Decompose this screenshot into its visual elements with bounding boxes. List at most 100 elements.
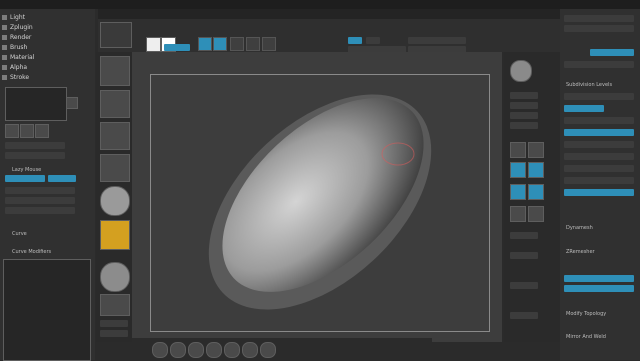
scale-mode-button[interactable]: [246, 37, 260, 51]
expand-icon: [2, 15, 7, 20]
color-picker[interactable]: [100, 220, 130, 250]
draw-mode-button[interactable]: [198, 37, 212, 51]
brush-button[interactable]: [100, 56, 130, 86]
view-button[interactable]: [510, 102, 538, 109]
subtool-button[interactable]: [510, 312, 538, 319]
panel-button[interactable]: [564, 25, 634, 32]
stroke-preview[interactable]: [5, 87, 67, 121]
view-button[interactable]: [510, 122, 538, 129]
expand-icon: [2, 65, 7, 70]
panel-button[interactable]: [564, 93, 634, 100]
subtool-button[interactable]: [510, 282, 538, 289]
subdivision-levels-label: Subdivision Levels: [566, 82, 613, 88]
panel-button[interactable]: [564, 129, 634, 136]
panel-button[interactable]: [564, 141, 634, 148]
brush-slot[interactable]: [206, 342, 222, 358]
curve-modifiers-label: Curve Modifiers: [12, 249, 52, 255]
expand-icon: [2, 75, 7, 80]
alpha-button[interactable]: [100, 122, 130, 150]
panel-button[interactable]: [564, 165, 634, 172]
tray-item-zplugin[interactable]: Zplugin: [2, 23, 92, 32]
brush-slot[interactable]: [170, 342, 186, 358]
zadd-button[interactable]: [348, 37, 362, 44]
stroke-slider[interactable]: [5, 142, 65, 149]
tray-item-label: Render: [10, 34, 32, 41]
material-sphere[interactable]: [100, 186, 130, 216]
zremesher-label: ZRemesher: [566, 249, 595, 255]
subtool-button[interactable]: [510, 252, 538, 259]
material-toggle[interactable]: [164, 44, 190, 51]
lazy-mouse-slider[interactable]: [48, 175, 76, 182]
stroke-button[interactable]: [100, 90, 130, 118]
zoom-view-button[interactable]: [510, 184, 526, 200]
brush-slot[interactable]: [242, 342, 258, 358]
focal-shift-slider[interactable]: [408, 37, 466, 44]
panel-header[interactable]: [564, 15, 634, 22]
panel-button[interactable]: [564, 153, 634, 160]
main-color-swatch[interactable]: [146, 37, 161, 52]
view-button[interactable]: [510, 92, 538, 99]
sculpt-model[interactable]: [150, 74, 488, 330]
tray-item-render[interactable]: Render: [2, 33, 92, 42]
view-button[interactable]: [510, 112, 538, 119]
clay-sphere[interactable]: [100, 262, 130, 292]
tool-panel: Subdivision Levels Dynamesh ZRemesher Mo…: [560, 9, 640, 360]
stroke-option-button[interactable]: [20, 124, 34, 138]
panel-button[interactable]: [564, 105, 604, 112]
polish-button[interactable]: [100, 294, 130, 316]
move-view-button[interactable]: [528, 162, 544, 178]
remesh-option-button[interactable]: [564, 285, 634, 292]
stroke-option-button[interactable]: [35, 124, 49, 138]
brush-slot[interactable]: [188, 342, 204, 358]
menu-item[interactable]: [98, 9, 100, 19]
stroke-slider[interactable]: [5, 152, 65, 159]
toolbar-slider[interactable]: [100, 330, 128, 337]
tray-item-brush[interactable]: Brush: [2, 43, 92, 52]
panel-button[interactable]: [564, 189, 634, 196]
tray-item-alpha[interactable]: Alpha: [2, 63, 92, 72]
subdivision-slider[interactable]: [590, 49, 634, 56]
panel-button[interactable]: [564, 61, 634, 68]
frame-button[interactable]: [510, 162, 526, 178]
mirror-and-weld-label: Mirror And Weld: [566, 334, 606, 340]
zsub-button[interactable]: [366, 37, 380, 44]
view-button[interactable]: [528, 142, 544, 158]
brush-slot[interactable]: [260, 342, 276, 358]
expand-icon: [2, 45, 7, 50]
curve-label: Curve: [12, 231, 27, 237]
lazy-slider[interactable]: [5, 207, 75, 214]
stroke-option-button[interactable]: [5, 124, 19, 138]
brush-toolbar: [96, 52, 132, 342]
target-polygons-slider[interactable]: [564, 275, 634, 282]
material-preview[interactable]: [510, 60, 532, 82]
view-button[interactable]: [510, 206, 526, 222]
stroke-type-button[interactable]: [66, 97, 78, 109]
move-mode-button[interactable]: [230, 37, 244, 51]
view-button[interactable]: [510, 142, 526, 158]
rotate-mode-button[interactable]: [262, 37, 276, 51]
lazy-mouse-toggle[interactable]: [5, 175, 45, 182]
lightbox-button[interactable]: [100, 22, 132, 48]
subtool-button[interactable]: [510, 232, 538, 239]
tray-item-label: Zplugin: [10, 24, 33, 31]
rotate-view-button[interactable]: [528, 184, 544, 200]
view-button[interactable]: [528, 206, 544, 222]
tray-item-material[interactable]: Material: [2, 53, 92, 62]
texture-button[interactable]: [100, 154, 130, 182]
brush-slot[interactable]: [224, 342, 240, 358]
tray-item-light[interactable]: Light: [2, 13, 92, 22]
menu-bar: [98, 9, 560, 19]
lazy-slider[interactable]: [5, 187, 75, 194]
expand-icon: [2, 55, 7, 60]
dynamesh-label: Dynamesh: [566, 225, 593, 231]
panel-button[interactable]: [564, 117, 634, 124]
lazy-slider[interactable]: [5, 197, 75, 204]
left-tray: Light Zplugin Render Brush Material Alph…: [0, 9, 95, 361]
toolbar-slider[interactable]: [100, 320, 128, 327]
tray-item-stroke[interactable]: Stroke: [2, 73, 92, 82]
tray-item-label: Material: [10, 54, 35, 61]
curve-editor[interactable]: [3, 259, 91, 361]
edit-mode-button[interactable]: [213, 37, 227, 51]
brush-slot[interactable]: [152, 342, 168, 358]
panel-button[interactable]: [564, 177, 634, 184]
